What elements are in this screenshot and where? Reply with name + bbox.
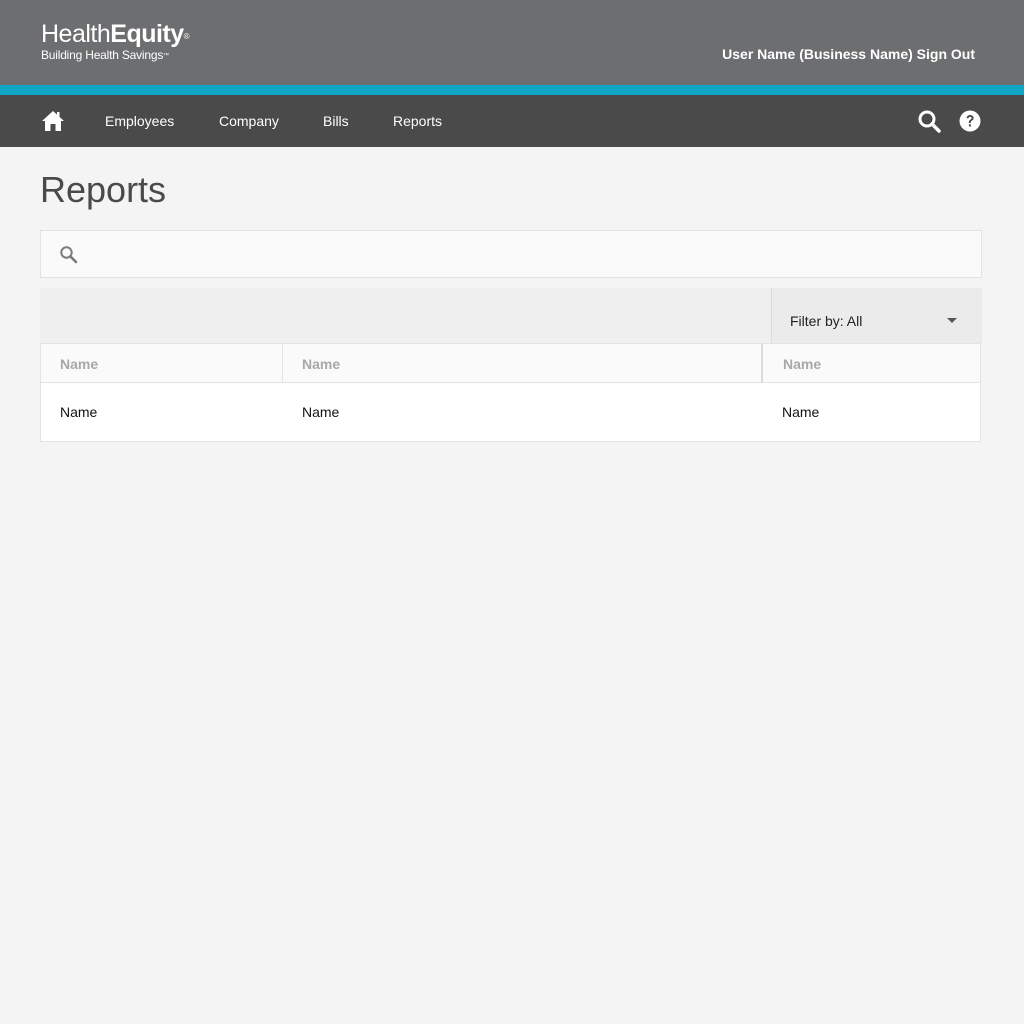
business-name: (Business Name) xyxy=(799,46,913,62)
accent-stripe xyxy=(0,85,1024,95)
sign-out-link[interactable]: Sign Out xyxy=(917,46,975,62)
user-name-link[interactable]: User Name xyxy=(722,46,795,62)
search-input[interactable] xyxy=(91,239,961,269)
search-icon[interactable] xyxy=(917,109,941,133)
top-header: HealthEquity® Building Health Savings™ U… xyxy=(0,0,1024,85)
search-icon xyxy=(59,245,79,265)
column-header[interactable]: Name xyxy=(283,344,763,383)
logo-registered-mark: ® xyxy=(183,32,190,41)
table-row[interactable]: Name Name Name xyxy=(41,384,980,441)
home-icon[interactable] xyxy=(41,110,65,132)
nav-item-company[interactable]: Company xyxy=(219,113,279,129)
nav-item-reports[interactable]: Reports xyxy=(393,113,442,129)
caret-down-icon xyxy=(947,318,957,323)
table-header: Name Name Name xyxy=(41,344,980,383)
search-bar[interactable] xyxy=(40,230,982,278)
main-nav: Employees Company Bills Reports xyxy=(0,95,1024,147)
user-area: User Name (Business Name) Sign Out xyxy=(722,46,975,62)
nav-item-employees[interactable]: Employees xyxy=(105,113,174,129)
logo-tagline: Building Health Savings™ xyxy=(41,48,189,63)
reports-table: Name Name Name Name Name Name xyxy=(40,343,981,442)
table-cell: Name xyxy=(782,404,820,420)
logo-word-bold: Equity xyxy=(110,20,184,48)
logo-trademark: ™ xyxy=(163,52,169,59)
page-title: Reports xyxy=(40,169,167,210)
filter-dropdown-label: Filter by: All xyxy=(790,313,863,329)
column-header[interactable]: Name xyxy=(763,344,980,383)
logo-word-light: Health xyxy=(41,20,111,48)
filter-bar: Filter by: All xyxy=(40,288,982,343)
help-icon[interactable] xyxy=(959,110,981,132)
table-cell: Name xyxy=(60,404,98,420)
logo-wordmark: HealthEquity® xyxy=(41,20,190,48)
table-cell: Name xyxy=(302,404,340,420)
healthequity-logo[interactable]: HealthEquity® Building Health Savings™ xyxy=(41,20,190,63)
logo-tagline-text: Building Health Savings xyxy=(41,48,164,62)
nav-item-bills[interactable]: Bills xyxy=(323,113,349,129)
filter-dropdown[interactable]: Filter by: All xyxy=(771,288,982,343)
column-header[interactable]: Name xyxy=(41,344,283,383)
